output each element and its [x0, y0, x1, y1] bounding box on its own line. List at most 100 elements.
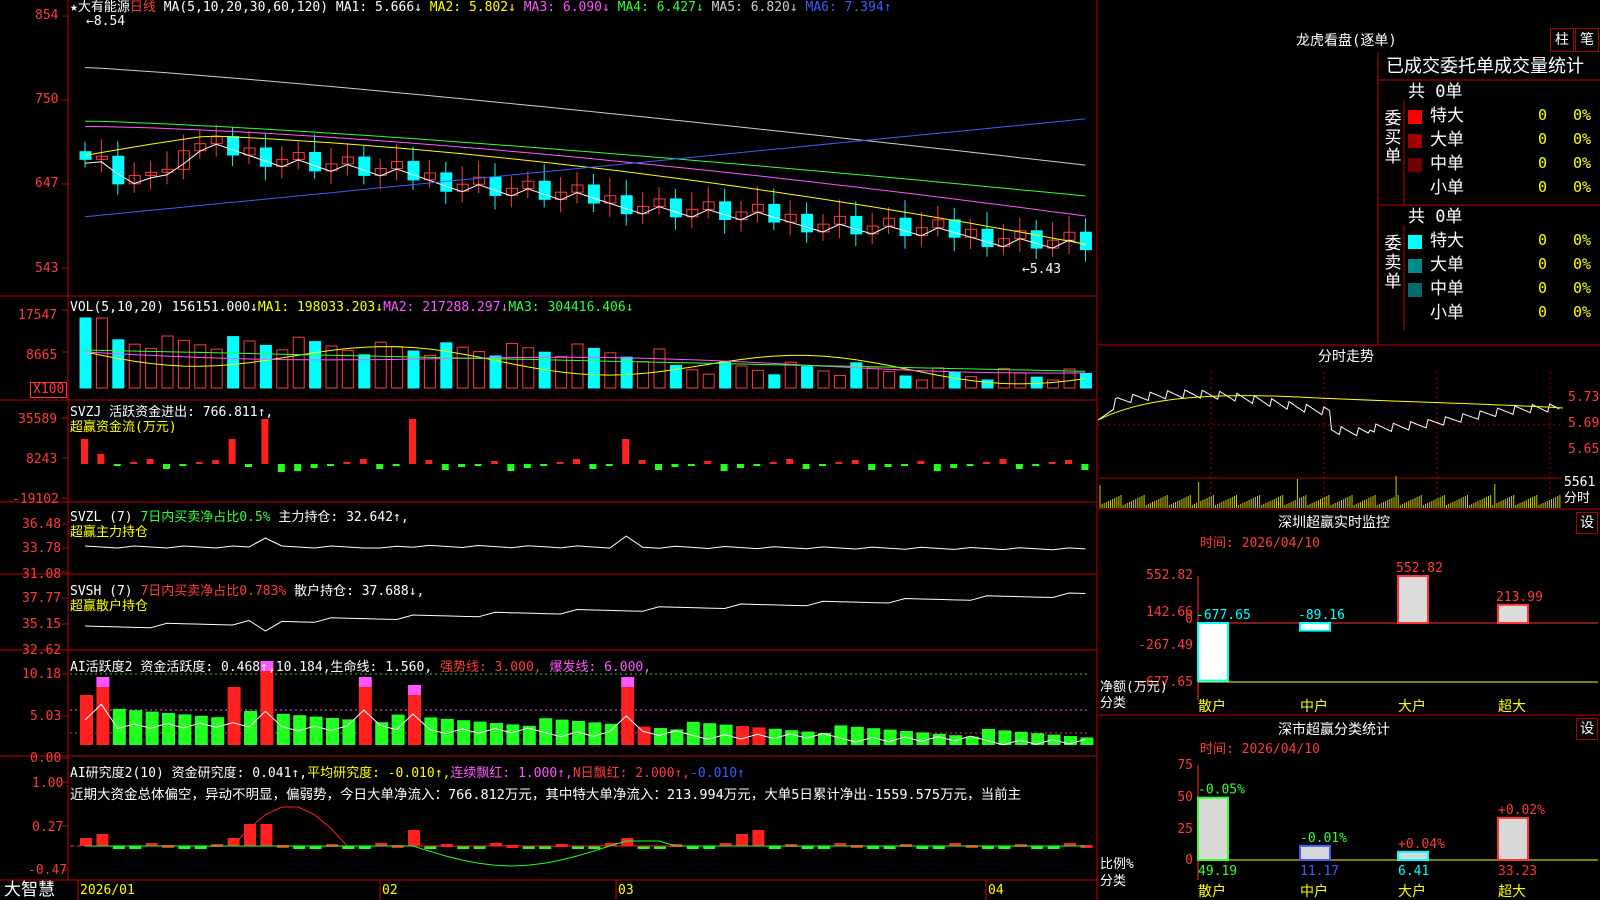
ai-activity-bar — [244, 711, 257, 745]
vol-header: VOL(5,10,20) 156151.000↓MA1: 198033.203↓… — [70, 300, 634, 315]
kline-panel[interactable]: ★大有能源日线 MA(5,10,20,30,60,120) MA1: 5.666… — [0, 0, 1098, 900]
volume-bar — [784, 361, 797, 389]
intraday-unit: 分时 — [1564, 491, 1591, 506]
svzj-bar — [802, 464, 810, 469]
svzj-bar — [638, 460, 646, 464]
date-label-mar: 03 — [618, 883, 634, 898]
monitor-category-2: 大户 — [1398, 698, 1426, 715]
candle-body — [620, 195, 633, 215]
class-axis-3: 0 — [1185, 853, 1193, 868]
volume-bar — [686, 369, 699, 389]
ai-activity-bar — [276, 713, 290, 745]
ma-params: MA(5,10,20,30,60,120) — [163, 0, 329, 15]
svzj-bar — [556, 462, 564, 464]
monitor-bar-3 — [1497, 603, 1529, 625]
period-label[interactable]: 日线 — [130, 0, 156, 15]
class-category-2: 大户 — [1398, 883, 1426, 900]
ai2-bar — [96, 834, 109, 846]
svzj-bar — [409, 419, 416, 464]
svzj-axis-2: 8243 — [26, 452, 58, 467]
candle-body — [719, 201, 732, 221]
buy-row-pct: 0% — [1573, 154, 1592, 172]
right-panel-svg: -677.65 -89.16552.82213.99552.82142.660-2… — [1098, 52, 1600, 900]
ai2-bar — [260, 824, 273, 846]
monitor-settings-button[interactable]: 设 — [1576, 512, 1598, 534]
tick-mode-button[interactable]: 笔 — [1575, 28, 1599, 52]
svzj-header: SVZJ 活跃资金进出: 766.811↑, — [70, 405, 274, 420]
monitor-value-0: -677.65 — [1196, 608, 1251, 623]
volume-bar — [177, 339, 190, 389]
ai-activity-bar — [637, 726, 651, 745]
volume-bar — [866, 366, 879, 389]
svsh-header: SVSH (7) 7日内买卖净占比0.783% 散户持仓: 37.688↓, — [70, 584, 425, 599]
bar-mode-button[interactable]: 柱 — [1550, 28, 1574, 52]
candle-body — [259, 147, 272, 167]
intraday-axis-3: 5.65 — [1568, 442, 1600, 457]
svzj-bar — [1032, 464, 1040, 466]
volume-bar — [948, 371, 961, 389]
high-marker: ←8.54 — [86, 14, 126, 29]
svzj-bar — [1065, 460, 1072, 464]
brand-logo: 大智慧 — [4, 880, 55, 900]
sell-row-name: 特大 — [1430, 231, 1464, 251]
vol-axis-2: 8665 — [26, 348, 58, 363]
volume-bar — [423, 354, 436, 389]
svzj-bar — [687, 464, 695, 466]
class-settings-button[interactable]: 设 — [1576, 718, 1598, 740]
volume-bar — [719, 361, 732, 389]
ai-activity-bar — [736, 726, 749, 745]
ai-activity-bar — [850, 726, 864, 745]
ai-activity-bar — [457, 720, 471, 745]
ai-activity-bar — [473, 721, 487, 745]
svzj-bar — [179, 464, 187, 466]
svzj-sub: 超赢资金流(万元) — [70, 420, 177, 435]
sell-row-pct: 0% — [1573, 231, 1592, 249]
candle-body — [801, 213, 814, 233]
svsh-axis-2: 35.15 — [22, 617, 62, 632]
intraday-axis-1: 5.73 — [1568, 390, 1600, 405]
ai2-axis-2: 0.27 — [32, 820, 64, 835]
monitor-value-3: 213.99 — [1496, 590, 1543, 605]
sell-total: 共 0单 — [1408, 207, 1463, 227]
price-axis-854: 854 — [35, 8, 59, 23]
kline-chart-svg[interactable] — [0, 0, 1098, 900]
svzj-bar — [704, 461, 712, 464]
monitor-value-2: 552.82 — [1396, 561, 1443, 576]
candle-body — [538, 180, 551, 200]
date-label-feb: 02 — [382, 883, 398, 898]
ai-activity-bar — [801, 731, 815, 745]
svzj-bar — [884, 464, 892, 467]
ai2-bar — [736, 834, 748, 846]
svzj-bar — [523, 464, 531, 468]
svzj-bar — [786, 459, 794, 464]
monitor-xlabel: 分类 — [1100, 696, 1127, 711]
volume-bar — [259, 344, 272, 389]
class-category-0: 散户 — [1198, 883, 1226, 900]
buy-row-count: 0 — [1538, 130, 1548, 148]
ai-burst-cap — [96, 677, 110, 687]
ai-burst-cap — [358, 677, 372, 687]
svzj-bar — [310, 464, 318, 468]
ai-activity-bar — [490, 723, 503, 745]
candle-body — [112, 155, 125, 185]
ai-activity-bar — [326, 718, 339, 745]
volume-bar — [440, 342, 453, 389]
svzj-bar — [573, 459, 580, 464]
ai-activity-header: AI活跃度2 资金活跃度: 0.468↑,10.184,生命线: 1.560, … — [70, 660, 652, 675]
svzj-bar — [113, 464, 121, 466]
ai-activity-bar — [932, 733, 946, 745]
ai2-axis-1: 1.00 — [32, 776, 64, 791]
svzj-bar — [474, 464, 482, 466]
buy-row-swatch — [1408, 182, 1422, 196]
ai2-axis-3: -0.47 — [28, 863, 68, 878]
svzj-bar — [425, 460, 433, 464]
monitor-ylabel: 净额(万元) — [1100, 680, 1168, 695]
class-title: 深市超赢分类统计 — [1278, 722, 1390, 738]
svzj-bar — [491, 461, 498, 464]
svzj-bar — [277, 464, 285, 472]
volume-bar — [965, 376, 978, 389]
svzj-bar — [212, 460, 220, 464]
price-axis-647: 647 — [35, 176, 59, 191]
svzj-bar — [605, 464, 613, 466]
price-axis-543: 543 — [35, 261, 59, 276]
